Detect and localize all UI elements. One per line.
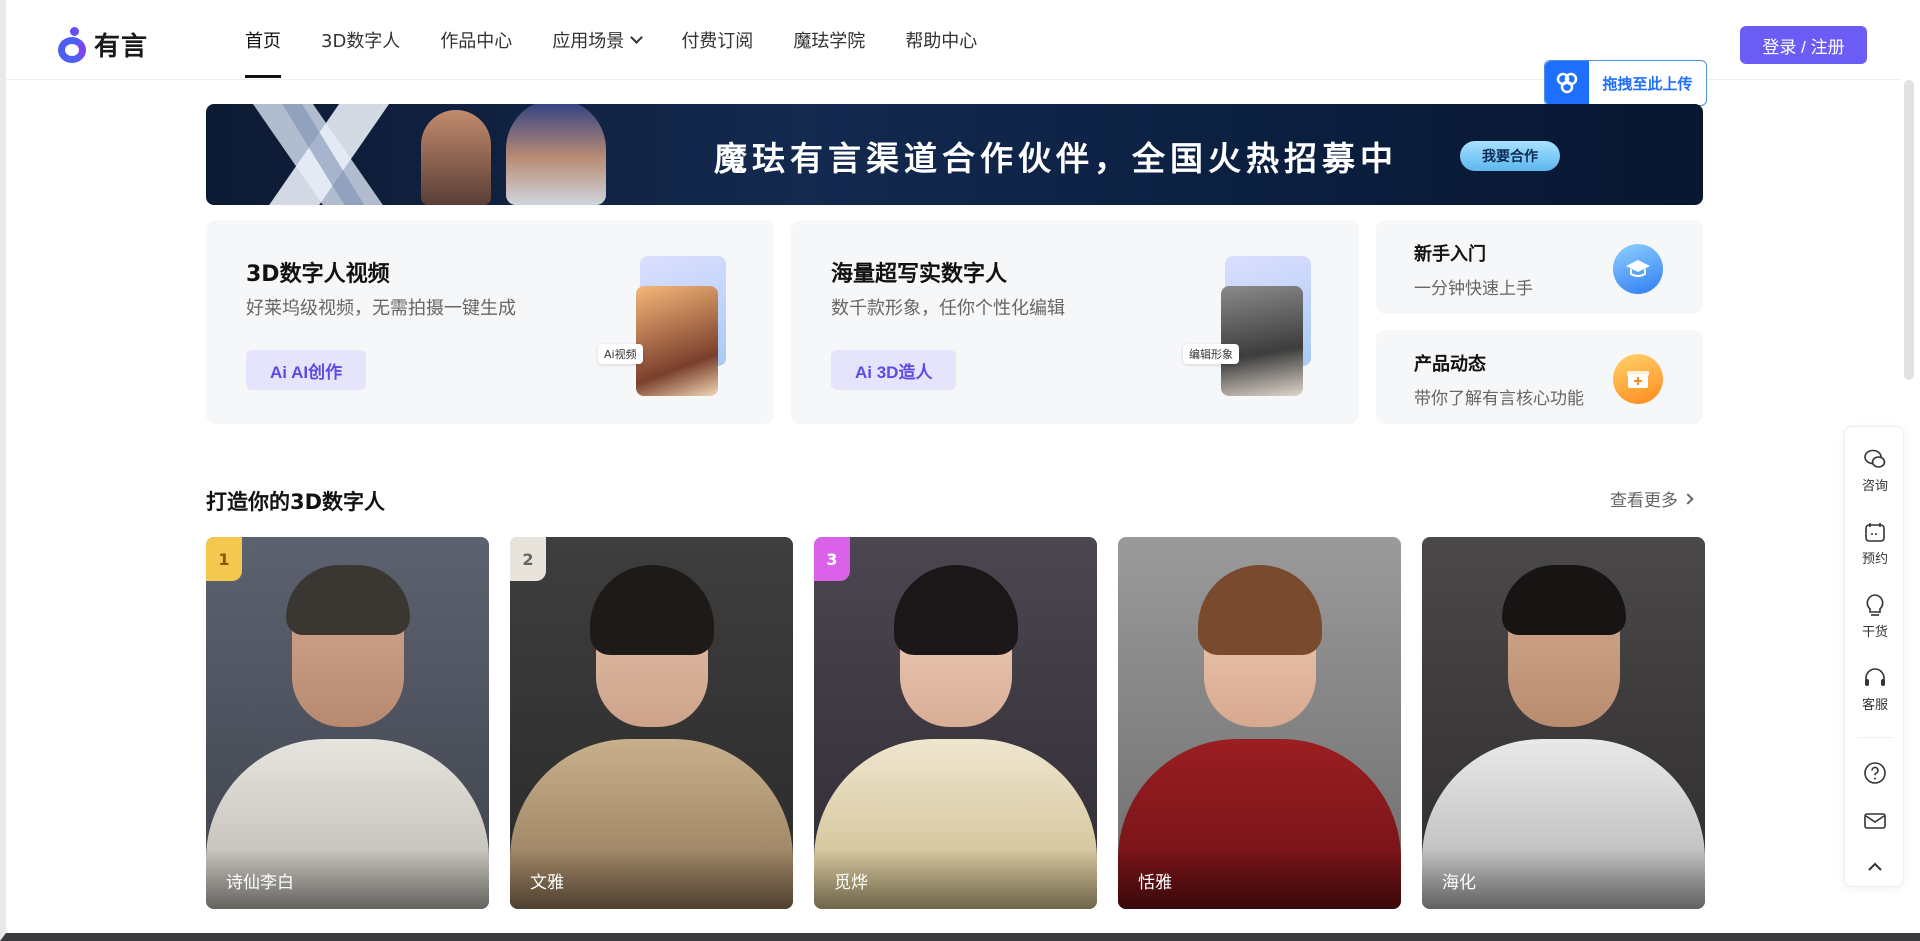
video-preview-illustration: Ai视频 — [598, 256, 726, 396]
tool-label: 咨询 — [1861, 479, 1888, 494]
divider — [1857, 737, 1893, 738]
x-logo-graphic — [252, 104, 390, 205]
customer-service-tool[interactable]: 客服 — [1845, 666, 1905, 713]
wechat-icon — [1863, 447, 1887, 471]
card-title: 海量超写实数字人 — [831, 262, 1008, 287]
nav-item-help[interactable]: 帮助中心 — [905, 0, 977, 80]
ai-create-button[interactable]: Ai AI创作 — [246, 350, 367, 390]
feature-card-video[interactable]: 3D数字人视频 好莱坞级视频，无需拍摄一键生成 Ai AI创作 Ai视频 — [206, 220, 774, 424]
nav-item-3d-avatar[interactable]: 3D数字人 — [321, 0, 400, 80]
card-subtitle: 好莱坞级视频，无需拍摄一键生成 — [246, 298, 516, 319]
card-title: 产品动态 — [1414, 354, 1486, 375]
avatar-gallery: 1 诗仙李白 2 文雅 3 觅烨 恬雅 海化 — [206, 537, 1705, 909]
nav-label: 帮助中心 — [905, 31, 978, 52]
avatar-card[interactable]: 恬雅 — [1118, 537, 1401, 909]
nav-item-scenarios[interactable]: 应用场景 — [552, 0, 644, 80]
nav-item-subscription[interactable]: 付费订阅 — [681, 0, 753, 80]
avatar-name: 觅烨 — [834, 873, 868, 893]
tool-label: 干货 — [1861, 625, 1888, 640]
avatar-card[interactable]: 1 诗仙李白 — [206, 537, 489, 909]
rank-badge: 2 — [510, 537, 546, 581]
avatar-name: 海化 — [1442, 873, 1476, 893]
avatar-card[interactable]: 海化 — [1422, 537, 1705, 909]
consult-tool[interactable]: 咨询 — [1845, 447, 1905, 494]
logo[interactable]: 有言 — [58, 26, 148, 63]
avatar-card[interactable]: 3 觅烨 — [814, 537, 1097, 909]
create-3d-avatar-button[interactable]: Ai 3D造人 — [831, 350, 957, 390]
chevron-right-icon — [1682, 492, 1694, 505]
headset-icon — [1863, 666, 1887, 690]
nav-label: 付费订阅 — [681, 31, 754, 52]
chevron-down-icon — [630, 30, 644, 44]
ai-bulb-icon — [1863, 593, 1887, 617]
banner-model-image — [421, 110, 491, 205]
help-tool[interactable] — [1845, 761, 1905, 785]
nav-item-works[interactable]: 作品中心 — [440, 0, 512, 80]
avatar-name: 恬雅 — [1138, 873, 1172, 893]
section-title: 打造你的3D数字人 — [206, 490, 386, 514]
banner-model-image — [506, 104, 606, 205]
logo-text: 有言 — [94, 32, 149, 62]
card-title: 3D数字人视频 — [246, 262, 390, 287]
avatar-name: 诗仙李白 — [226, 873, 294, 893]
nav-label: 首页 — [245, 31, 281, 52]
login-register-button[interactable]: 登录 / 注册 — [1740, 26, 1867, 64]
cooperate-button[interactable]: 我要合作 — [1460, 141, 1560, 171]
main-nav: 首页 3D数字人 作品中心 应用场景 付费订阅 魔珐学院 帮助中心 — [245, 0, 1017, 80]
graduation-cap-icon — [1613, 244, 1663, 294]
nav-item-academy[interactable]: 魔珐学院 — [793, 0, 865, 80]
product-news-card[interactable]: 产品动态 带你了解有言核心功能 — [1376, 330, 1703, 424]
beginner-guide-card[interactable]: 新手入门 一分钟快速上手 — [1376, 220, 1703, 314]
appointment-tool[interactable]: 预约 — [1845, 520, 1905, 567]
help-circle-icon — [1863, 761, 1887, 785]
tool-label: 预约 — [1861, 552, 1888, 567]
back-to-top-tool[interactable] — [1845, 855, 1905, 879]
nav-label: 魔珐学院 — [793, 31, 866, 52]
nav-label: 应用场景 — [552, 31, 625, 52]
gift-box-icon — [1613, 354, 1663, 404]
nav-item-home[interactable]: 首页 — [245, 0, 281, 80]
tips-tool[interactable]: 干货 — [1845, 593, 1905, 640]
avatar-card[interactable]: 2 文雅 — [510, 537, 793, 909]
card-tag: 编辑形象 — [1183, 344, 1239, 364]
calendar-icon — [1863, 520, 1887, 544]
chevron-up-icon — [1863, 855, 1887, 879]
card-subtitle: 数千款形象，任你个性化编辑 — [831, 298, 1065, 319]
nav-label: 3D数字人 — [321, 31, 401, 52]
rank-badge: 3 — [814, 537, 850, 581]
see-more-label: 查看更多 — [1610, 491, 1678, 511]
avatar-edit-illustration: 编辑形象 — [1183, 256, 1311, 396]
banner-title: 魔珐有言渠道合作伙伴，全国火热招募中 — [714, 139, 1398, 178]
avatar-name: 文雅 — [530, 873, 564, 893]
partner-banner[interactable]: 魔珐有言渠道合作伙伴，全国火热招募中 我要合作 — [206, 104, 1703, 205]
upload-label: 拖拽至此上传 — [1602, 74, 1693, 93]
cloud-share-icon — [1545, 61, 1589, 105]
rank-badge: 1 — [206, 537, 242, 581]
mail-tool[interactable] — [1845, 809, 1905, 833]
mail-icon — [1863, 809, 1887, 833]
see-more-link[interactable]: 查看更多 — [1610, 486, 1694, 511]
card-subtitle: 带你了解有言核心功能 — [1414, 389, 1584, 409]
side-toolbar: 咨询 预约 干货 客服 — [1844, 426, 1904, 887]
nav-label: 作品中心 — [440, 31, 513, 52]
feature-card-avatar[interactable]: 海量超写实数字人 数千款形象，任你个性化编辑 Ai 3D造人 编辑形象 — [791, 220, 1359, 424]
drag-upload-widget[interactable]: 拖拽至此上传 — [1544, 60, 1707, 106]
card-subtitle: 一分钟快速上手 — [1414, 279, 1533, 299]
card-title: 新手入门 — [1414, 244, 1486, 265]
page-scrollbar[interactable] — [1904, 80, 1914, 380]
tool-label: 客服 — [1861, 698, 1888, 713]
card-tag: Ai视频 — [598, 344, 643, 364]
logo-mark-icon — [58, 26, 88, 63]
